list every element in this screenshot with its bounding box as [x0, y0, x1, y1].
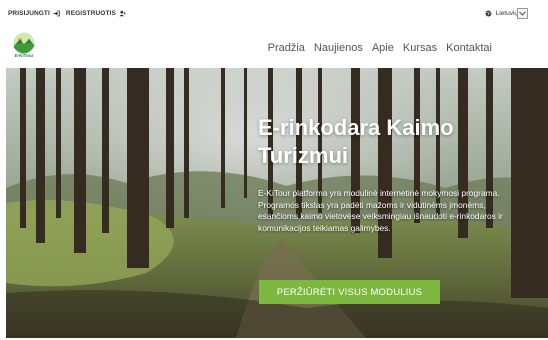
logo-text: E-KiTour — [14, 53, 34, 58]
account-links: PRISIJUNGTI REGISTRUOTIS — [8, 10, 126, 17]
language-selector[interactable]: Lietuvių — [485, 10, 518, 17]
nav-item-apie[interactable]: Apie — [372, 42, 394, 54]
logo-icon — [13, 32, 35, 54]
nav-item-kontaktai[interactable]: Kontaktai — [446, 42, 492, 54]
hero-banner: E-rinkodara Kaimo Turizmui E-KiTour plat… — [6, 68, 548, 338]
language-label: Lietuvių — [495, 10, 518, 17]
site-header: E-KiTour Pradžia Naujienos Apie Kursas K… — [0, 32, 548, 68]
language-dropdown-button[interactable] — [517, 8, 528, 19]
top-utility-bar: PRISIJUNGTI REGISTRUOTIS Lietuvių — [0, 0, 548, 32]
globe-icon — [485, 10, 492, 17]
nav-item-kursas[interactable]: Kursas — [403, 42, 437, 54]
login-link[interactable]: PRISIJUNGTI — [8, 10, 60, 17]
main-navigation: Pradžia Naujienos Apie Kursas Kontaktai — [268, 42, 492, 54]
site-logo[interactable]: E-KiTour — [8, 32, 40, 66]
sign-in-icon — [53, 10, 60, 17]
nav-item-naujienos[interactable]: Naujienos — [314, 42, 363, 54]
login-label: PRISIJUNGTI — [8, 10, 50, 17]
hero-title: E-rinkodara Kaimo Turizmui — [258, 115, 454, 168]
register-link[interactable]: REGISTRUOTIS — [66, 10, 126, 17]
view-all-modules-button[interactable]: PERŽIŪRĖTI VISUS MODULIUS — [259, 280, 440, 304]
add-user-icon — [119, 10, 126, 17]
register-label: REGISTRUOTIS — [65, 10, 116, 17]
nav-item-pradzia[interactable]: Pradžia — [268, 42, 305, 54]
hero-description: E-KiTour platforma yra modulinė internet… — [258, 188, 503, 233]
chevron-down-icon — [519, 11, 526, 16]
